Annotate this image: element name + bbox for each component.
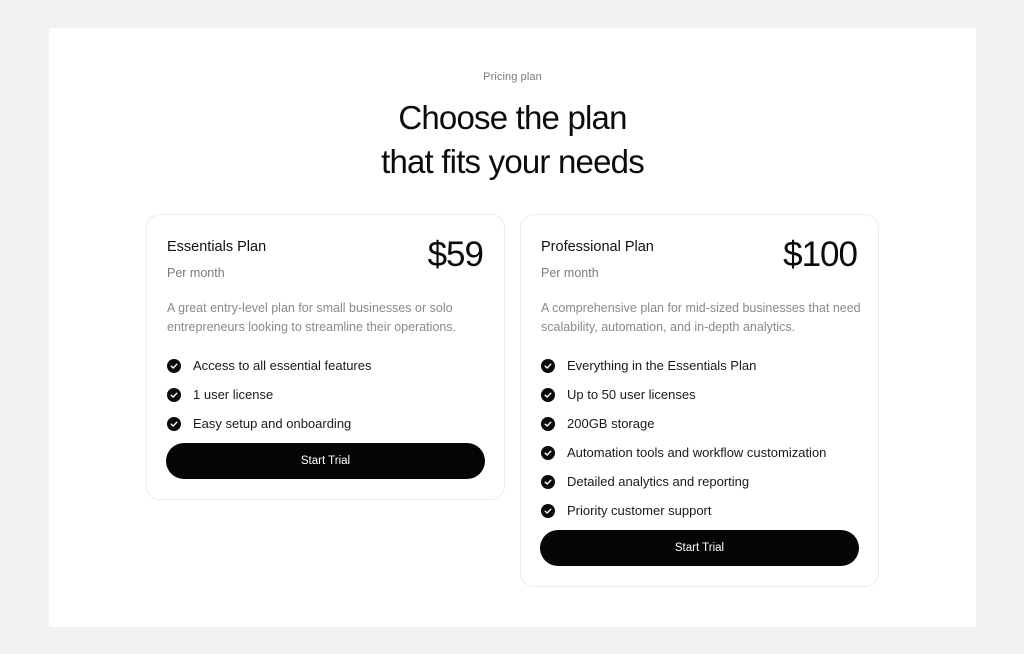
check-circle-icon — [541, 387, 555, 402]
feature-label: 200GB storage — [567, 416, 655, 431]
start-trial-button-essentials[interactable]: Start Trial — [166, 443, 485, 479]
plan-description: A comprehensive plan for mid-sized busin… — [541, 301, 861, 334]
feature-label: Easy setup and onboarding — [193, 416, 352, 431]
feature-item: 1 user license — [167, 380, 371, 409]
start-trial-button-professional[interactable]: Start Trial — [540, 530, 859, 566]
check-circle-icon — [541, 416, 555, 431]
feature-item: 200GB storage — [541, 409, 826, 438]
feature-item: Priority customer support — [541, 496, 826, 525]
page-title-line-2: that fits your needs — [381, 143, 645, 180]
feature-label: Automation tools and workflow customizat… — [567, 445, 827, 460]
plan-price: $100 — [783, 235, 858, 274]
plan-card-essentials: Essentials Plan Per month $59 A great en… — [146, 214, 505, 500]
feature-label: Everything in the Essentials Plan — [567, 358, 757, 373]
plan-card-professional: Professional Plan Per month $100 A compr… — [520, 214, 879, 587]
pricing-panel: Pricing plan Choose the plan that fits y… — [49, 28, 976, 627]
feature-label: 1 user license — [193, 387, 274, 402]
plan-name: Professional Plan — [541, 239, 654, 255]
check-circle-icon — [167, 358, 181, 373]
feature-label: Up to 50 user licenses — [567, 387, 696, 402]
feature-item: Everything in the Essentials Plan — [541, 351, 826, 380]
feature-list: Everything in the Essentials Plan Up to … — [541, 351, 826, 525]
page-title-line-1: Choose the plan — [398, 99, 627, 136]
feature-list: Access to all essential features 1 user … — [167, 351, 371, 438]
check-circle-icon — [167, 416, 181, 431]
page-title: Choose the plan that fits your needs — [49, 96, 976, 184]
plan-period: Per month — [541, 266, 599, 280]
section-eyebrow: Pricing plan — [483, 71, 542, 83]
feature-item: Automation tools and workflow customizat… — [541, 438, 826, 467]
plan-period: Per month — [167, 266, 225, 280]
plan-name: Essentials Plan — [167, 239, 267, 255]
check-circle-icon — [541, 445, 555, 460]
check-circle-icon — [541, 503, 555, 518]
feature-label: Access to all essential features — [193, 358, 372, 373]
feature-item: Detailed analytics and reporting — [541, 467, 826, 496]
plan-price: $59 — [427, 235, 484, 274]
check-circle-icon — [541, 358, 555, 373]
feature-label: Priority customer support — [567, 503, 712, 518]
feature-item: Access to all essential features — [167, 351, 371, 380]
plan-description: A great entry-level plan for small busin… — [167, 301, 457, 334]
check-circle-icon — [541, 474, 555, 489]
feature-label: Detailed analytics and reporting — [567, 474, 750, 489]
feature-item: Up to 50 user licenses — [541, 380, 826, 409]
feature-item: Easy setup and onboarding — [167, 409, 371, 438]
check-circle-icon — [167, 387, 181, 402]
